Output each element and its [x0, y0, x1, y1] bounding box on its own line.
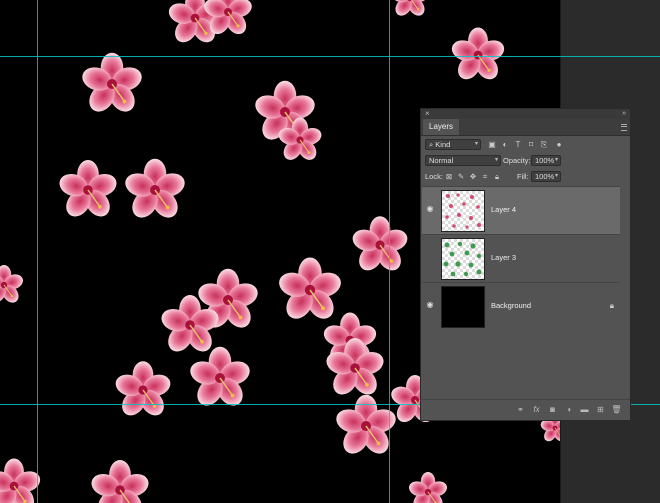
tab-layers[interactable]: Layers	[423, 119, 460, 135]
layer-name: Layer 3	[491, 253, 517, 262]
smart-object-filter-icon[interactable]: ⎘	[539, 139, 549, 150]
layer-thumbnail	[441, 286, 485, 328]
adjustment-filter-icon[interactable]: ◐	[500, 139, 510, 150]
chevron-down-icon: ▾	[554, 157, 558, 163]
flower	[349, 215, 411, 276]
layer-row-background[interactable]: ◉ Background 🔒︎	[422, 282, 620, 330]
layer-row-layer-4[interactable]: ◉ Layer 4	[422, 186, 620, 234]
layer-thumbnail	[441, 190, 485, 232]
mask-icon[interactable]: ◙	[547, 404, 558, 415]
fill-value: 100%	[535, 172, 555, 181]
green-pattern-thumbnail	[442, 239, 484, 279]
layers-panel: × » Layers ⌕ Kind ▾ ▣ ◐ T ⌑ ⎘ ● Normal ▾…	[420, 108, 631, 421]
flower	[0, 264, 26, 307]
fx-icon[interactable]: fx	[531, 404, 542, 415]
new-layer-icon[interactable]: ⊞	[595, 404, 606, 415]
chevron-down-icon: ▾	[474, 141, 478, 147]
filter-row: ⌕ Kind ▾ ▣ ◐ T ⌑ ⎘ ●	[421, 139, 630, 150]
panel-footer: ⚭ fx ◙ ◑ ▬ ⊞ 🗑︎	[421, 399, 630, 420]
flower	[388, 0, 432, 20]
layer-name: Background	[491, 301, 532, 310]
blend-mode-value: Normal	[429, 156, 454, 165]
guide-vertical[interactable]	[37, 0, 38, 503]
chevron-down-icon: ▾	[494, 157, 498, 163]
pixel-filter-icon[interactable]: ▣	[487, 139, 497, 150]
panel-menu-icon[interactable]	[621, 124, 627, 131]
shape-filter-icon[interactable]: ⌑	[526, 139, 536, 150]
close-icon[interactable]: ×	[425, 109, 430, 119]
guide-vertical[interactable]	[389, 0, 390, 503]
chevron-down-icon: ▾	[554, 173, 558, 179]
lock-position-icon[interactable]: ✥	[469, 171, 477, 182]
flower	[121, 158, 189, 224]
flower	[55, 159, 121, 222]
lock-transparent-icon[interactable]: ⊠	[445, 171, 453, 182]
layer-thumbnail	[441, 238, 485, 280]
lock-row: Lock: ⊠ ✎ ✥ ⌗ 🔒︎ Fill: 100% ▾	[421, 171, 630, 182]
fill-field[interactable]: 100% ▾	[531, 171, 561, 182]
eye-icon[interactable]: ◉	[425, 300, 435, 310]
flower	[78, 52, 146, 118]
layer-name: Layer 4	[491, 205, 517, 214]
lock-artboard-icon[interactable]: ⌗	[481, 171, 489, 182]
filter-toggle-icon[interactable]: ●	[554, 139, 564, 150]
flower	[87, 459, 153, 503]
collapse-icon[interactable]: »	[622, 109, 626, 119]
lock-pixels-icon[interactable]: ✎	[457, 171, 465, 182]
layer-row-layer-3[interactable]: Layer 3	[422, 234, 620, 282]
opacity-field[interactable]: 100% ▾	[531, 155, 561, 166]
panel-tab-bar: Layers	[421, 119, 630, 136]
visibility-toggle[interactable]	[425, 252, 435, 262]
fill-label: Fill:	[517, 172, 529, 181]
panel-titlebar[interactable]: × »	[421, 109, 630, 119]
filter-kind-dropdown[interactable]: ⌕ Kind ▾	[425, 139, 481, 150]
link-layers-icon[interactable]: ⚭	[515, 404, 526, 415]
group-folder-icon[interactable]: ▬	[579, 404, 590, 415]
flower	[186, 346, 254, 412]
lock-all-icon[interactable]: 🔒︎	[493, 171, 501, 182]
flower	[112, 360, 174, 421]
trash-icon[interactable]: 🗑︎	[611, 404, 622, 415]
adjustment-layer-icon[interactable]: ◑	[563, 404, 574, 415]
checkerboard-thumbnail	[442, 191, 484, 231]
lock-label: Lock:	[425, 172, 443, 181]
guide-horizontal[interactable]	[0, 56, 660, 57]
flower	[406, 471, 450, 503]
blend-row: Normal ▾ Opacity: 100% ▾	[421, 155, 630, 166]
opacity-value: 100%	[535, 156, 555, 165]
filter-kind-label: Kind	[435, 140, 451, 149]
type-filter-icon[interactable]: T	[513, 139, 523, 150]
eye-icon[interactable]: ◉	[425, 204, 435, 214]
opacity-label: Opacity:	[503, 156, 531, 165]
lock-icon[interactable]: 🔒︎	[610, 301, 614, 311]
flower	[275, 256, 345, 325]
blend-mode-dropdown[interactable]: Normal ▾	[425, 155, 501, 166]
